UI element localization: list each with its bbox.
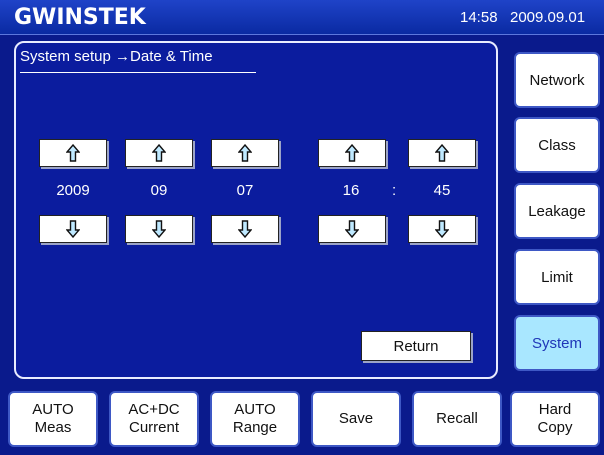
softkey-label-line2: Range bbox=[232, 419, 278, 436]
hour-down-button[interactable] bbox=[318, 215, 386, 243]
softkey-label-line2: Current bbox=[128, 419, 180, 436]
sidebar-item-system[interactable]: System bbox=[514, 315, 600, 371]
sidebar-item-class[interactable]: Class bbox=[514, 117, 600, 173]
year-down-button[interactable] bbox=[39, 215, 107, 243]
softkey-label-line2: Copy bbox=[537, 419, 573, 436]
hour-up-button[interactable] bbox=[318, 139, 386, 167]
softkey-label-line2: Meas bbox=[34, 419, 72, 436]
auto-range-button[interactable]: AUTO Range bbox=[210, 391, 300, 447]
time-separator: : bbox=[392, 182, 397, 199]
minute-up-button[interactable] bbox=[408, 139, 476, 167]
clock-date: 2009.09.01 bbox=[510, 9, 586, 26]
recall-button[interactable]: Recall bbox=[412, 391, 502, 447]
arrow-up-icon bbox=[345, 144, 359, 162]
ac-dc-current-button[interactable]: AC+DC Current bbox=[109, 391, 199, 447]
hard-copy-button[interactable]: Hard Copy bbox=[510, 391, 600, 447]
date-time-panel bbox=[14, 41, 498, 379]
softkey-label-line1: AUTO bbox=[32, 401, 74, 418]
minute-down-button[interactable] bbox=[408, 215, 476, 243]
softkey-label-line1: Hard bbox=[538, 401, 572, 418]
arrow-down-icon bbox=[345, 220, 359, 238]
month-down-button[interactable] bbox=[125, 215, 193, 243]
year-value: 2009 bbox=[56, 182, 90, 199]
arrow-up-icon bbox=[435, 144, 449, 162]
panel-title: System setup →Date & Time bbox=[20, 48, 213, 65]
minute-value: 45 bbox=[433, 182, 451, 199]
arrow-down-icon bbox=[238, 220, 252, 238]
softkey-label-line1: Recall bbox=[436, 410, 478, 427]
arrow-down-icon bbox=[152, 220, 166, 238]
auto-meas-button[interactable]: AUTO Meas bbox=[8, 391, 98, 447]
arrow-down-icon bbox=[66, 220, 80, 238]
arrow-down-icon bbox=[435, 220, 449, 238]
clock-time: 14:58 bbox=[460, 9, 498, 26]
brand-logo: GWINSTEK bbox=[14, 5, 146, 30]
softkey-label-line1: AC+DC bbox=[128, 401, 180, 418]
arrow-up-icon bbox=[152, 144, 166, 162]
sidebar-item-network[interactable]: Network bbox=[514, 52, 600, 108]
month-value: 09 bbox=[150, 182, 168, 199]
arrow-up-icon bbox=[66, 144, 80, 162]
sidebar-item-limit[interactable]: Limit bbox=[514, 249, 600, 305]
day-value: 07 bbox=[236, 182, 254, 199]
arrow-up-icon bbox=[238, 144, 252, 162]
title-underline bbox=[20, 72, 256, 73]
hour-value: 16 bbox=[342, 182, 360, 199]
day-down-button[interactable] bbox=[211, 215, 279, 243]
save-button[interactable]: Save bbox=[311, 391, 401, 447]
month-up-button[interactable] bbox=[125, 139, 193, 167]
return-button[interactable]: Return bbox=[361, 331, 471, 361]
day-up-button[interactable] bbox=[211, 139, 279, 167]
year-up-button[interactable] bbox=[39, 139, 107, 167]
sidebar-item-leakage[interactable]: Leakage bbox=[514, 183, 600, 239]
softkey-label-line1: Save bbox=[338, 410, 374, 427]
softkey-label-line1: AUTO bbox=[234, 401, 276, 418]
